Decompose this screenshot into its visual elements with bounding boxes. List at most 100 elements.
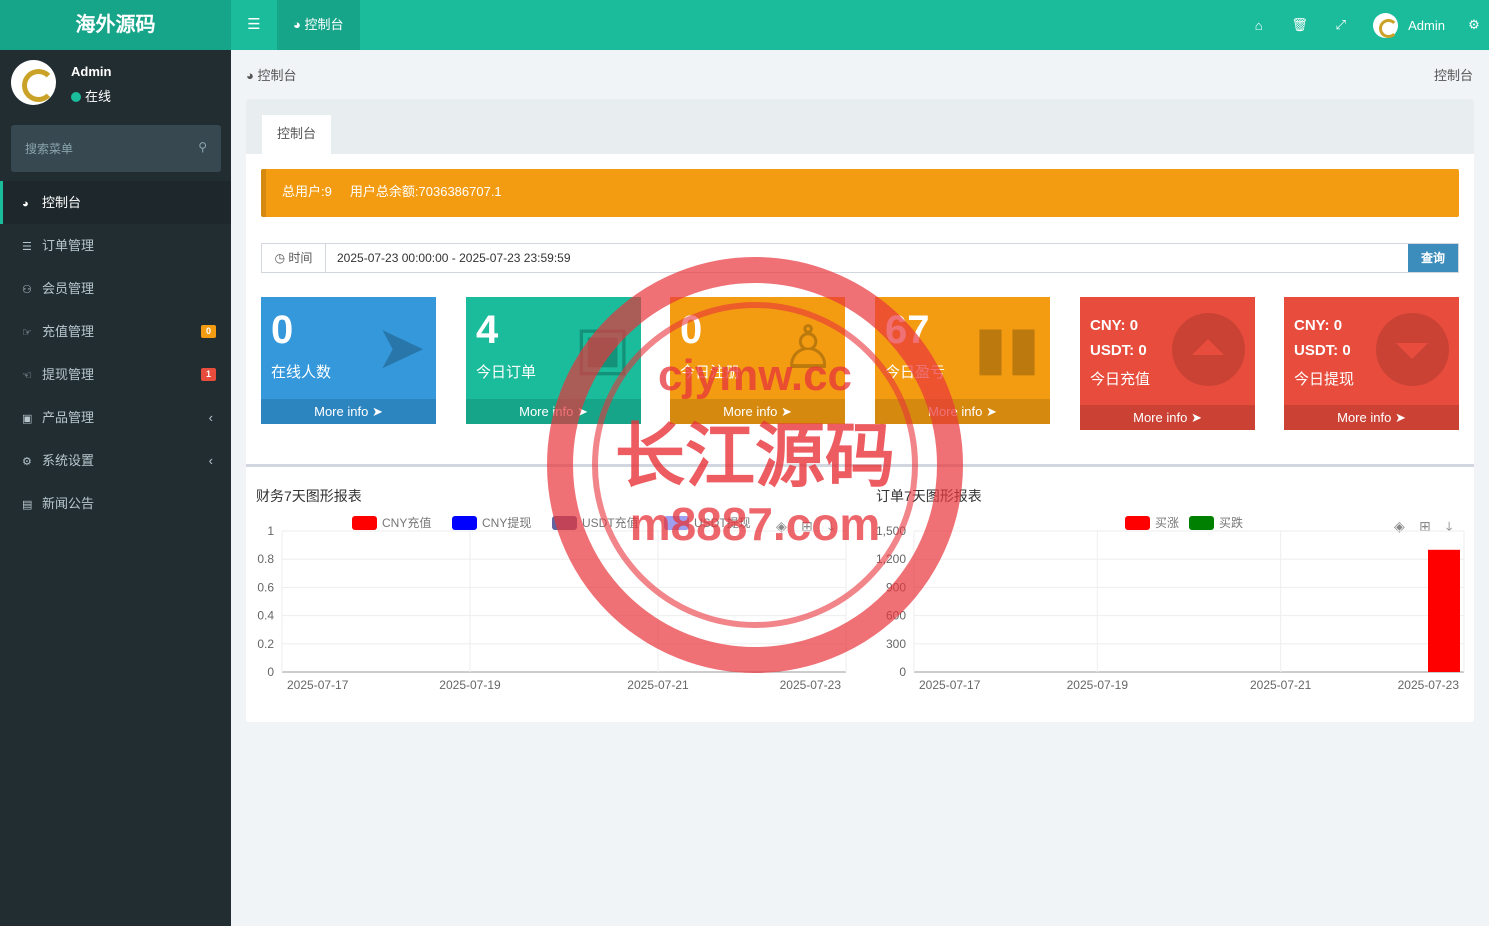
more-info-link[interactable]: More info ➤ (670, 399, 845, 424)
section-divider (246, 464, 1474, 467)
more-info-label: More info (723, 404, 778, 419)
sidebar-item-members[interactable]: ⚇ 会员管理 (0, 267, 231, 310)
stat-label: 今日盈亏 (885, 364, 946, 381)
avatar (1373, 12, 1399, 38)
order-chart: 买涨 买跌 ◈ ⊞ ⤓ 0 300 600 900 1,200 1,500 2025-07-17 202… (866, 509, 1471, 702)
arrow-circle-right-icon: ➤ (1190, 410, 1202, 425)
order-chart-svg: 买涨 买跌 ◈ ⊞ ⤓ 0 300 600 900 1,200 1,500 2025-07-17 202… (876, 515, 1465, 692)
legend-swatch (1189, 516, 1214, 530)
download-icon: ⤓ (1446, 518, 1452, 534)
users-icon: ⚇ (22, 284, 32, 296)
chevron-left-icon: ‹ (208, 453, 213, 468)
tab-dashboard-panel[interactable]: 控制台 (262, 115, 332, 154)
hand-icon: ☞ (22, 327, 32, 339)
query-button[interactable]: 查询 (1408, 244, 1458, 272)
withdraw-cny: CNY: 0 (1294, 317, 1343, 334)
top-navbar: ☰ ◕ 控制台 ⌂ 🗑 ⤢ Admin ⚙ (231, 0, 1489, 50)
x-tick-label: 2025-07-17 (919, 678, 981, 692)
more-info-link[interactable]: More info ➤ (875, 399, 1050, 424)
summary-alert: 总用户:9 用户总余额:7036386707.1 (261, 169, 1459, 217)
arrow-circle-right-icon: ➤ (780, 404, 792, 419)
gears-icon[interactable]: ⚙ (1459, 17, 1489, 33)
more-info-link[interactable]: More info ➤ (1080, 405, 1255, 430)
date-filter: ◷ 时间 2025-07-23 00:00:00 - 2025-07-23 23… (261, 243, 1459, 273)
sidebar-item-dashboard[interactable]: ◕ 控制台 (0, 181, 231, 224)
clock-icon: ◷ (274, 251, 286, 265)
more-info-link[interactable]: More info ➤ (466, 399, 641, 424)
withdraw-badge: 1 (200, 368, 216, 381)
sidebar-item-recharge[interactable]: ☞ 充值管理 0 (0, 310, 231, 353)
stat-today-withdraw: CNY: 0 USDT: 0 今日提现 More info ➤ (1284, 297, 1459, 430)
time-label: ◷ 时间 (262, 244, 326, 272)
x-tick-label: 2025-07-19 (439, 678, 501, 692)
gears-icon: ⚙ (22, 456, 32, 468)
legend-swatch (352, 516, 377, 530)
date-range-input[interactable]: 2025-07-23 00:00:00 - 2025-07-23 23:59:5… (326, 244, 1408, 272)
sidebar-toggle-icon[interactable]: ☰ (231, 0, 277, 50)
shopping-bag-icon: ▣ (22, 413, 33, 425)
time-label-text: 时间 (288, 251, 313, 265)
legend-swatch (664, 516, 689, 530)
x-tick-label: 2025-07-19 (1067, 678, 1129, 692)
panel-tabs: 控制台 (246, 99, 1474, 154)
more-info-label: More info (314, 404, 369, 419)
layers-icon: ◈ (1394, 518, 1405, 534)
more-info-link[interactable]: More info ➤ (261, 399, 436, 424)
legend-label: USDT充值 (582, 515, 639, 530)
trash-icon[interactable]: 🗑 (1279, 17, 1320, 33)
shopping-bag-icon: ▣ (574, 314, 631, 381)
arrow-circle-right-icon: ➤ (1394, 410, 1406, 425)
withdraw-usdt: USDT: 0 (1294, 342, 1351, 359)
sidebar-user-name: Admin (71, 64, 112, 79)
menu-search-input[interactable] (11, 125, 221, 172)
dashboard-icon: ◕ (293, 17, 301, 32)
fullscreen-icon[interactable]: ⤢ (1320, 17, 1361, 33)
stat-online-users: 0 在线人数 ➤ More info ➤ (261, 297, 436, 424)
y-tick-label: 1,500 (876, 524, 906, 538)
legend-label: CNY提现 (482, 515, 531, 530)
total-balance: 用户总余额:7036386707.1 (349, 184, 502, 199)
home-icon[interactable]: ⌂ (1238, 18, 1279, 33)
arrow-down-circle-icon (1376, 313, 1449, 386)
recharge-usdt: USDT: 0 (1090, 342, 1147, 359)
recharge-label: 今日充值 (1090, 371, 1151, 388)
y-tick-label: 0.4 (257, 609, 274, 623)
y-tick-label: 1 (267, 524, 274, 538)
sidebar-item-orders[interactable]: ☰ 订单管理 (0, 224, 231, 267)
y-tick-label: 0 (267, 665, 274, 679)
stat-today-profit: 67 今日盈亏 ▮▮ More info ➤ (875, 297, 1050, 424)
chevron-left-icon: ‹ (208, 410, 213, 425)
finance-chart: CNY充值 CNY提现 USDT充值 USDT提现 ◈ ⊞ ⤓ 0 0.2 0.4 0.6 0.8 1 2… (246, 509, 856, 702)
sidebar-item-withdraw[interactable]: ☜ 提现管理 1 (0, 353, 231, 396)
stat-today-recharge: CNY: 0 USDT: 0 今日充值 More info ➤ (1080, 297, 1255, 430)
finance-chart-title: 财务7天图形报表 (256, 488, 362, 504)
legend-label: 买涨 (1155, 515, 1179, 530)
sidebar: Admin 在线 ⚲ ◕ 控制台 ☰ 订单管理 ⚇ 会员管理 ☞ 充值管理 0 ☜ 提现管… (0, 50, 231, 926)
x-tick-label: 2025-07-21 (627, 678, 689, 692)
user-menu[interactable]: Admin (1361, 12, 1459, 38)
search-icon[interactable]: ⚲ (198, 140, 207, 154)
paper-plane-icon: ➤ (375, 314, 426, 381)
bar-2025-07-23 (1428, 549, 1460, 672)
dashboard-icon: ◕ (22, 198, 29, 210)
breadcrumb-current: 控制台 (1433, 68, 1473, 83)
more-info-link[interactable]: More info ➤ (1284, 405, 1459, 430)
sidebar-item-news[interactable]: ▤ 新闻公告 (0, 482, 231, 525)
y-tick-label: 0.6 (257, 580, 274, 594)
dashboard-icon: ◕ (246, 68, 254, 83)
online-status: 在线 (71, 86, 111, 105)
brand-logo[interactable]: 海外源码 (0, 0, 231, 50)
sidebar-item-products[interactable]: ▣ 产品管理 ‹ (0, 396, 231, 439)
tab-dashboard[interactable]: ◕ 控制台 (277, 0, 360, 50)
legend-label: 买跌 (1219, 515, 1243, 530)
y-tick-label: 0.2 (257, 637, 274, 651)
y-tick-label: 0 (899, 665, 906, 679)
online-status-label: 在线 (85, 89, 112, 104)
hand-icon: ☜ (22, 370, 32, 382)
y-tick-label: 300 (886, 637, 906, 651)
arrow-circle-right-icon: ➤ (576, 404, 588, 419)
user-name: Admin (1408, 17, 1445, 33)
sidebar-item-settings[interactable]: ⚙ 系统设置 ‹ (0, 439, 231, 482)
legend-label: USDT提现 (694, 515, 751, 530)
sidebar-item-label: 订单管理 (42, 238, 95, 253)
